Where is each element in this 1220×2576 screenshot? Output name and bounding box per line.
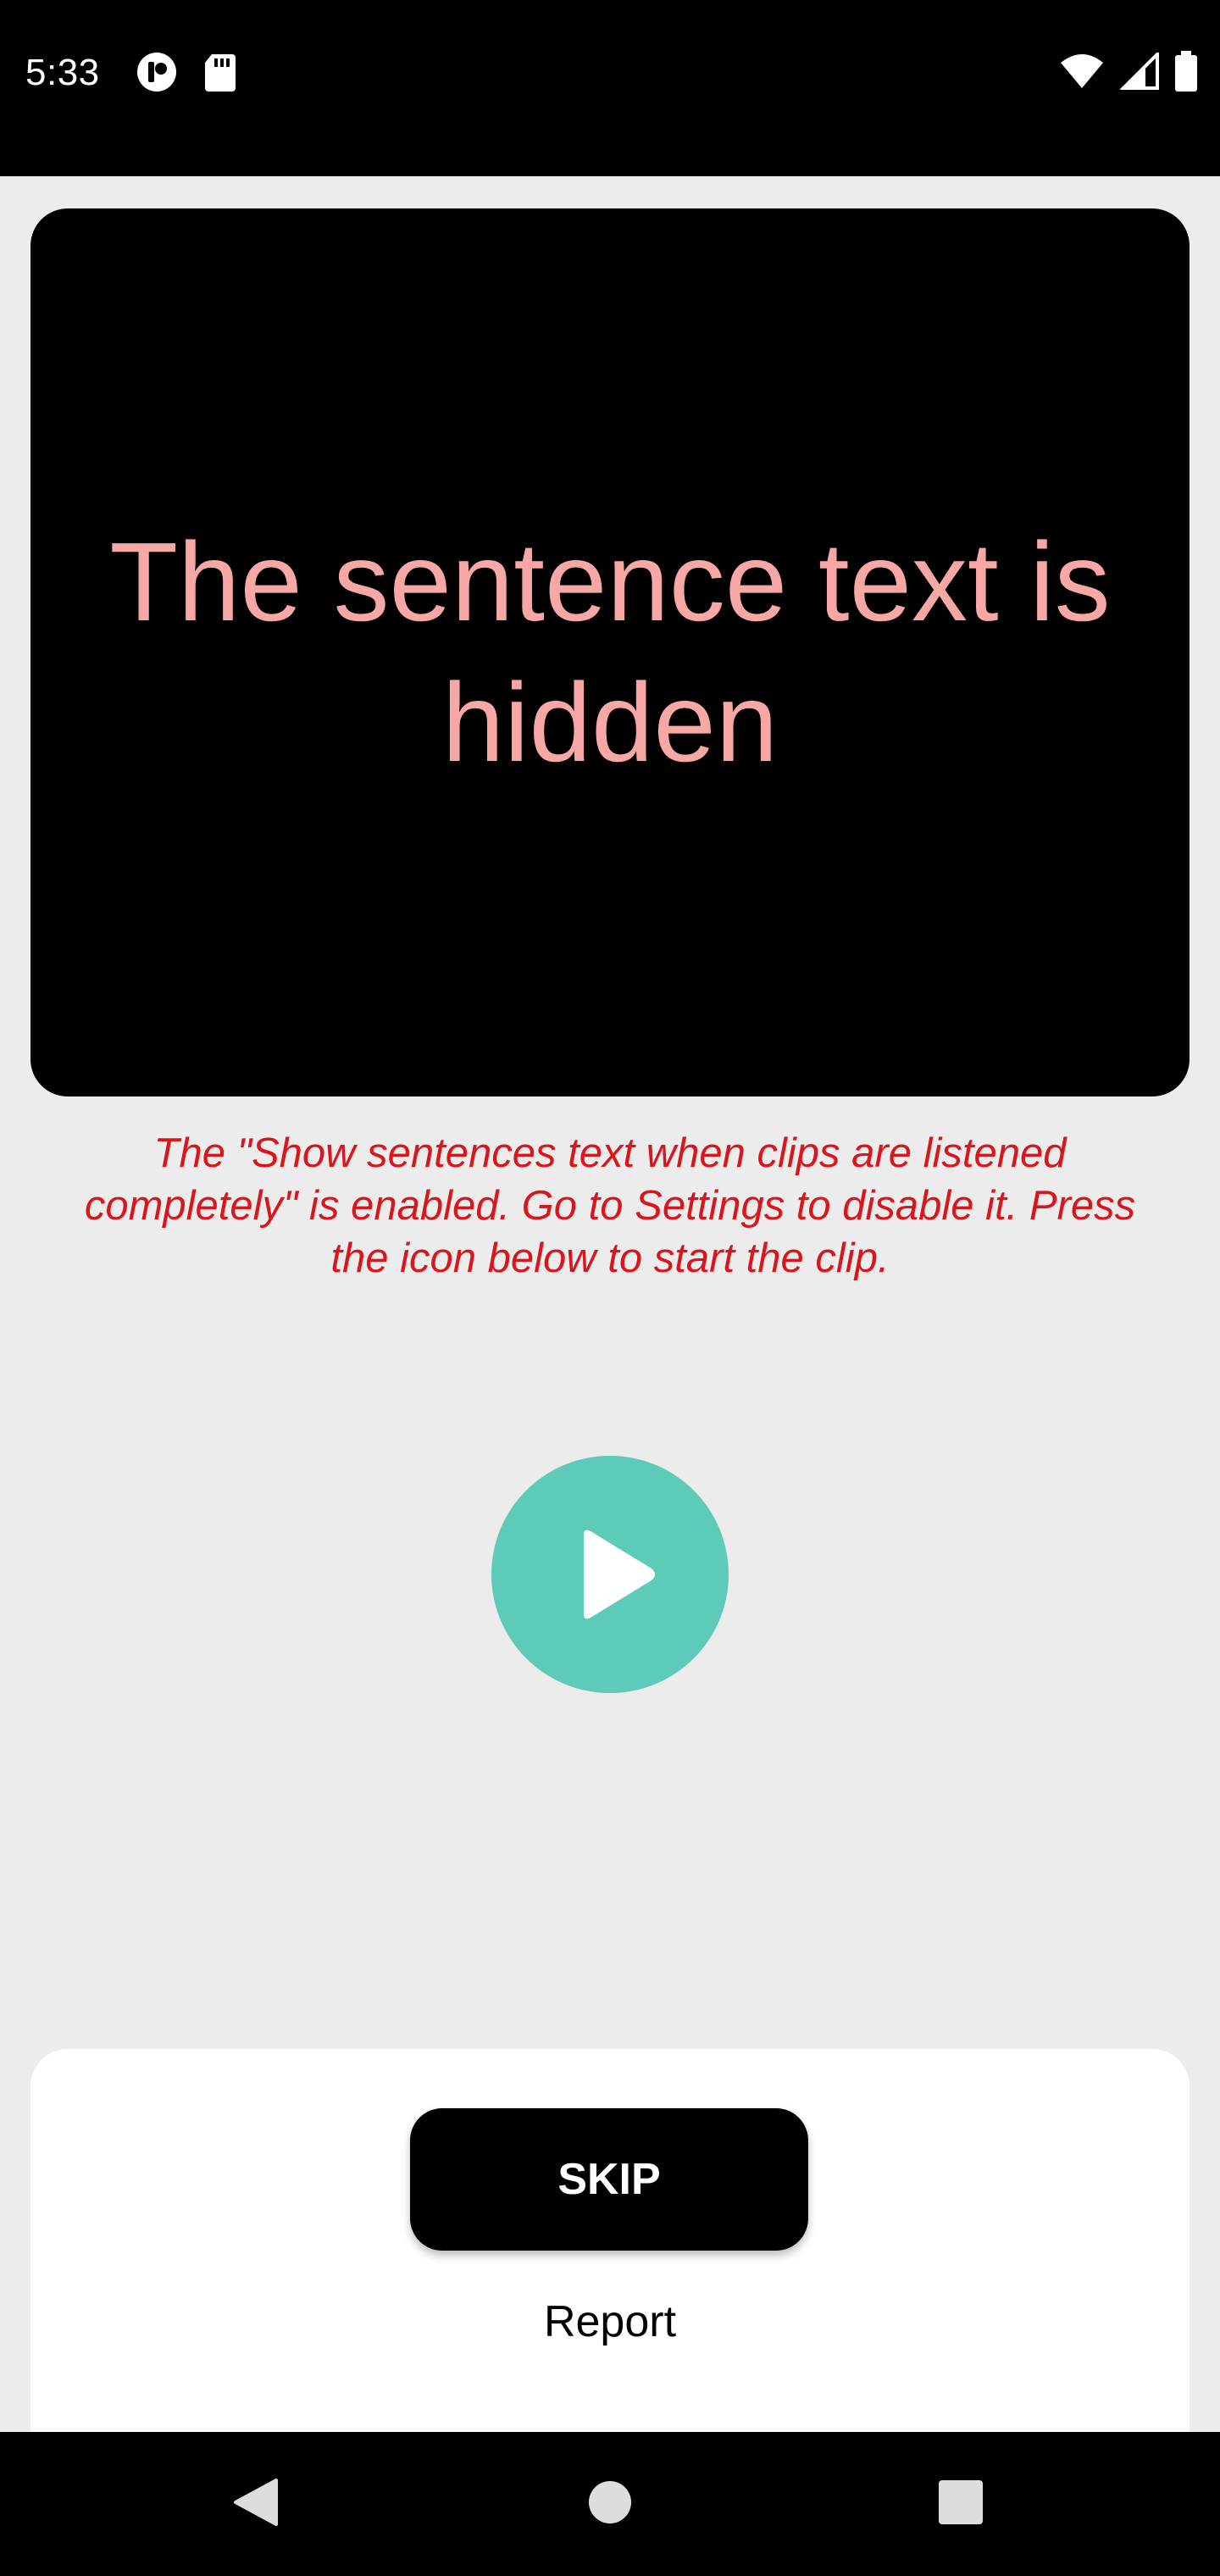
nav-recents-button[interactable] bbox=[893, 2432, 1029, 2576]
status-bar: 5:33 bbox=[0, 0, 1220, 176]
screen: 5:33 The sentence text is hidden The "Sh… bbox=[0, 0, 1220, 2576]
back-icon bbox=[232, 2477, 280, 2532]
play-clip-button[interactable] bbox=[491, 1456, 729, 1693]
status-left-icons bbox=[136, 51, 237, 93]
status-right-icons bbox=[1059, 51, 1198, 92]
skip-button[interactable]: SKIP bbox=[410, 2108, 808, 2251]
nav-home-button[interactable] bbox=[542, 2432, 678, 2576]
status-time: 5:33 bbox=[25, 52, 100, 93]
play-icon bbox=[562, 1528, 658, 1621]
recents-icon bbox=[938, 2479, 984, 2529]
settings-info-note: The "Show sentences text when clips are … bbox=[84, 1130, 1136, 1281]
nav-back-button[interactable] bbox=[188, 2432, 324, 2576]
battery-icon bbox=[1174, 51, 1198, 92]
home-icon bbox=[587, 2479, 633, 2529]
media-app-icon bbox=[136, 51, 178, 93]
navigation-bar bbox=[0, 2432, 1220, 2576]
sentence-card: The sentence text is hidden bbox=[30, 208, 1190, 1096]
wifi-icon bbox=[1059, 53, 1105, 90]
cell-signal-icon bbox=[1120, 53, 1159, 90]
hidden-sentence-text: The sentence text is hidden bbox=[109, 519, 1111, 785]
bottom-actions-panel: SKIP Report bbox=[30, 2049, 1190, 2432]
report-link[interactable]: Report bbox=[30, 2295, 1190, 2349]
sd-card-icon bbox=[203, 53, 237, 92]
